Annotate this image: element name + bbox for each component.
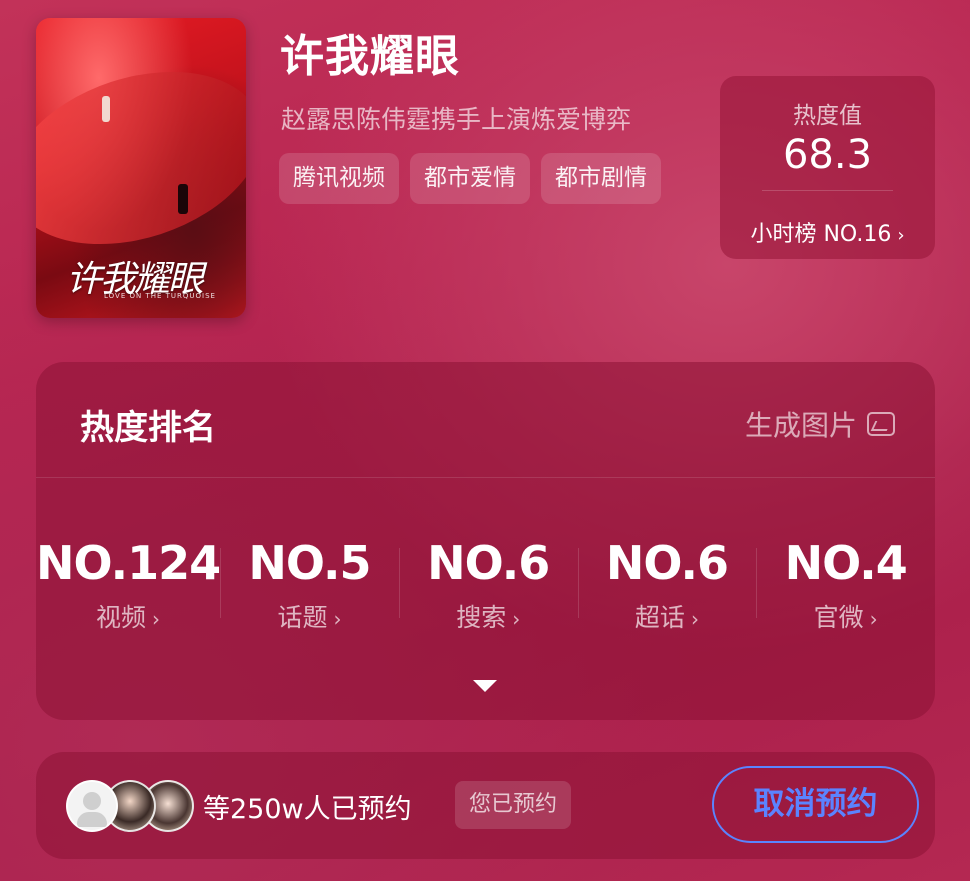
- show-subtitle: 赵露思陈伟霆携手上演炼爱博弈: [281, 105, 632, 134]
- chevron-right-icon: ›: [152, 607, 161, 631]
- rank-item-search[interactable]: NO.6 搜索 ›: [398, 532, 578, 642]
- hourly-rank-link[interactable]: 小时榜 NO.16 ›: [720, 216, 935, 248]
- rank-value: NO.6: [427, 536, 550, 590]
- rank-item-supertopic[interactable]: NO.6 超话 ›: [577, 532, 757, 642]
- generate-image-label: 生成图片: [744, 409, 857, 442]
- rank-value: NO.6: [605, 536, 729, 590]
- heat-ranking-panel: 热度排名 生成图片 NO.124 视频 › NO.5 话题 › NO.6 搜索 › N…: [36, 362, 935, 720]
- heat-label: 热度值: [793, 103, 862, 129]
- ranking-divider: [36, 477, 935, 478]
- reservation-bar: 等250w人已预约 您已预约 取消预约: [36, 752, 935, 859]
- rank-value: NO.4: [784, 536, 908, 590]
- hourly-rank-text: 小时榜 NO.16: [750, 222, 892, 247]
- heat-value: 68.3: [782, 132, 873, 178]
- poster-figure-2: [178, 184, 188, 214]
- rank-value: NO.124: [36, 536, 221, 590]
- cancel-reservation-button[interactable]: 取消预约: [712, 766, 919, 843]
- avatar: [66, 780, 118, 832]
- rank-label: 搜索 ›: [456, 603, 521, 632]
- generate-image-button[interactable]: 生成图片: [745, 404, 895, 444]
- show-poster[interactable]: 许我耀眼 LOVE ON THE TURQUOISE: [36, 18, 246, 318]
- chevron-right-icon: ›: [512, 607, 521, 631]
- tag-genre-drama[interactable]: 都市剧情: [541, 153, 661, 204]
- poster-petal-art: [36, 41, 246, 275]
- chevron-right-icon: ›: [897, 225, 905, 246]
- ranking-list: NO.124 视频 › NO.5 话题 › NO.6 搜索 › NO.6 超话 › NO…: [36, 532, 935, 642]
- chevron-right-icon: ›: [869, 607, 878, 631]
- show-title: 许我耀眼: [280, 31, 460, 82]
- rank-label: 官微 ›: [813, 603, 878, 632]
- chevron-right-icon: ›: [333, 607, 342, 631]
- rank-item-official[interactable]: NO.4 官微 ›: [756, 532, 935, 642]
- poster-figure-1: [102, 96, 110, 122]
- rank-item-topic[interactable]: NO.5 话题 ›: [220, 532, 399, 642]
- heat-divider: [762, 190, 893, 191]
- tag-platform[interactable]: 腾讯视频: [279, 153, 399, 204]
- rank-label: 话题 ›: [277, 603, 342, 632]
- rank-label: 视频 ›: [96, 603, 161, 632]
- tag-list: 腾讯视频 都市爱情 都市剧情: [279, 153, 661, 204]
- poster-logo-subtitle: LOVE ON THE TURQUOISE: [104, 292, 216, 300]
- rank-item-video[interactable]: NO.124 视频 ›: [36, 532, 221, 642]
- image-export-icon: [867, 412, 895, 436]
- heat-card[interactable]: 热度值 68.3 小时榜 NO.16 ›: [720, 76, 935, 259]
- triangle-down-icon[interactable]: [473, 680, 497, 692]
- avatar-stack: [66, 780, 194, 832]
- tag-genre-romance[interactable]: 都市爱情: [410, 153, 530, 204]
- rank-value: NO.5: [248, 536, 371, 590]
- ranking-title: 热度排名: [80, 408, 216, 448]
- rank-label: 超话 ›: [634, 603, 699, 632]
- chevron-right-icon: ›: [690, 607, 699, 631]
- reservation-count: 等250w人已预约: [203, 794, 412, 825]
- reserved-status-badge: 您已预约: [455, 781, 572, 829]
